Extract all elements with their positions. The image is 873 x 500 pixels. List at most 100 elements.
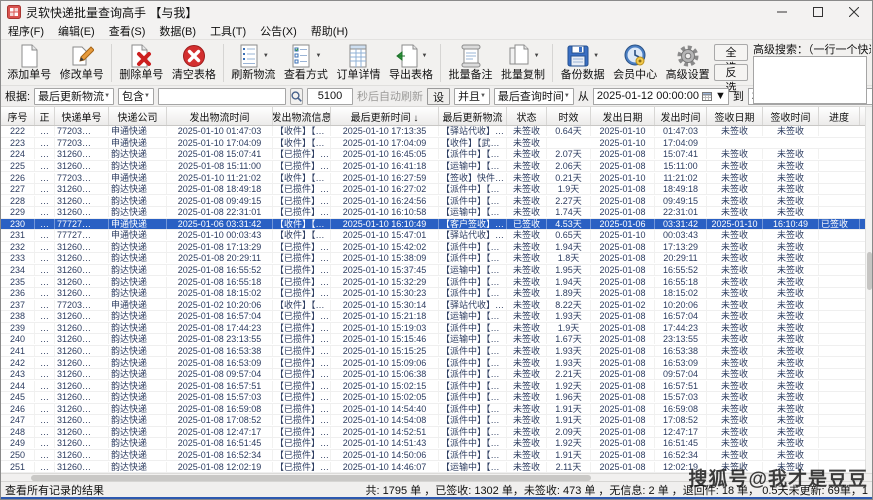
menu-data[interactable]: 数据(B): [152, 23, 203, 39]
menu-help[interactable]: 帮助(H): [304, 23, 355, 39]
table-row[interactable]: 227…31260…韵达快递2025-01-08 18:49:18【已揽件】…2…: [1, 184, 867, 196]
minimize-button[interactable]: [764, 1, 800, 23]
settings-button[interactable]: 设置: [427, 88, 450, 105]
operator-select[interactable]: 包含▼: [118, 88, 154, 105]
table-cell: 2025-01-10 16:10:49: [331, 219, 439, 229]
column-header[interactable]: 正: [35, 107, 55, 125]
table-row[interactable]: 228…31260…韵达快递2025-01-08 09:49:15【已揽件】…2…: [1, 195, 867, 207]
menu-announce[interactable]: 公告(X): [253, 23, 304, 39]
table-row[interactable]: 222…77203…申通快递2025-01-10 01:47:03【收件】【…2…: [1, 126, 867, 138]
table-cell: …: [35, 277, 55, 287]
menu-tools[interactable]: 工具(T): [203, 23, 253, 39]
table-row[interactable]: 240…31260…韵达快递2025-01-08 23:13:55【已揽件】…2…: [1, 334, 867, 346]
table-row[interactable]: 241…31260…韵达快递2025-01-08 16:53:38【已揽件】…2…: [1, 346, 867, 358]
delete-number-button[interactable]: 删除单号: [115, 41, 168, 85]
table-row[interactable]: 223…77203…申通快递2025-01-10 17:04:09【收件】【…2…: [1, 138, 867, 150]
column-header[interactable]: 发出物流时间: [167, 107, 273, 125]
keyword-input[interactable]: [158, 88, 286, 105]
table-row[interactable]: 242…31260…韵达快递2025-01-08 16:53:09【已揽件】…2…: [1, 357, 867, 369]
table-cell: 225: [1, 161, 35, 171]
table-row[interactable]: 247…31260…韵达快递2025-01-08 17:08:52【已揽件】…2…: [1, 415, 867, 427]
table-row[interactable]: 236…31260…韵达快递2025-01-08 18:15:02【已揽件】…2…: [1, 288, 867, 300]
batch-remark-button[interactable]: 批量备注: [444, 41, 497, 85]
close-button[interactable]: [836, 1, 872, 23]
column-header[interactable]: 发出物流信息: [273, 107, 331, 125]
refresh-logistics-button[interactable]: ▼ 刷新物流: [227, 41, 280, 85]
export-table-button[interactable]: ▼ 导出表格: [385, 41, 438, 85]
table-row[interactable]: 246…31260…韵达快递2025-01-08 16:59:08【已揽件】…2…: [1, 404, 867, 416]
add-number-button[interactable]: 添加单号: [3, 41, 56, 85]
table-row[interactable]: 230…77727…申通快递2025-01-06 03:31:42【收件】【…2…: [1, 219, 867, 231]
column-header[interactable]: 签收时间: [763, 107, 819, 125]
table-row[interactable]: 249…31260…韵达快递2025-01-08 16:51:45【已揽件】…2…: [1, 438, 867, 450]
vertical-scrollbar[interactable]: [865, 107, 872, 473]
clear-table-button[interactable]: 清空表格: [168, 41, 221, 85]
table-row[interactable]: 224…31260…韵达快递2025-01-08 15:07:41【已揽件】…2…: [1, 149, 867, 161]
table-row[interactable]: 245…31260…韵达快递2025-01-08 15:57:03【已揽件】…2…: [1, 392, 867, 404]
table-row[interactable]: 233…31260…韵达快递2025-01-08 20:29:11【已揽件】…2…: [1, 253, 867, 265]
table-cell: 【派件中】【…: [439, 427, 507, 437]
column-header[interactable]: 状态: [507, 107, 547, 125]
view-mode-button[interactable]: ▼ 查看方式: [280, 41, 333, 85]
table-row[interactable]: 237…77203…申通快递2025-01-02 10:20:06【收件】【…2…: [1, 299, 867, 311]
menu-edit[interactable]: 编辑(E): [51, 23, 102, 39]
table-row[interactable]: 231…77727…申通快递2025-01-10 00:03:43【收件】【…2…: [1, 230, 867, 242]
column-header[interactable]: 序号: [1, 107, 35, 125]
select-all-button[interactable]: 全选: [714, 44, 748, 61]
menu-program[interactable]: 程序(F): [1, 23, 51, 39]
table-row[interactable]: 225…31260…韵达快递2025-01-08 15:11:00【已揽件】…2…: [1, 161, 867, 173]
table-cell: 【派件中】【…: [439, 404, 507, 414]
table-row[interactable]: 234…31260…韵达快递2025-01-08 16:55:52【已揽件】…2…: [1, 265, 867, 277]
chevron-down-icon: ▼: [104, 93, 110, 99]
batch-copy-button[interactable]: ▼ 批量复制: [497, 41, 550, 85]
table-cell: 2025-01-08 17:13:29: [167, 242, 273, 252]
table-cell: 【派件中】【…: [439, 149, 507, 159]
backup-data-button[interactable]: ▼ 备份数据: [556, 41, 609, 85]
advanced-search-input[interactable]: [753, 56, 867, 104]
order-detail-button[interactable]: 订单详情: [332, 41, 385, 85]
invert-select-button[interactable]: 反选: [714, 64, 748, 81]
table-cell: 1.94天: [547, 242, 591, 252]
column-header[interactable]: 时效: [547, 107, 591, 125]
table-cell: 238: [1, 311, 35, 321]
from-datetime-input[interactable]: 2025-01-12 00:00:00 ▼: [593, 88, 729, 105]
table-row[interactable]: 250…31260…韵达快递2025-01-08 16:52:34【已揽件】…2…: [1, 450, 867, 462]
column-header[interactable]: 快递公司: [109, 107, 167, 125]
column-header[interactable]: 快递单号: [55, 107, 109, 125]
column-header[interactable]: 进度: [819, 107, 860, 125]
table-cell: 2025-01-10 01:47:03: [167, 126, 273, 136]
column-header[interactable]: 签收日期: [707, 107, 763, 125]
refresh-seconds-input[interactable]: [307, 88, 353, 105]
button-label: 查看方式: [284, 69, 328, 82]
search-icon: [291, 91, 302, 102]
table-row[interactable]: 248…31260…韵达快递2025-01-08 12:47:17【已揽件】…2…: [1, 427, 867, 439]
column-header[interactable]: 最后更新时间 ↓: [331, 107, 439, 125]
member-center-button[interactable]: 会员中心: [609, 41, 662, 85]
field-select[interactable]: 最后更新物流▼: [34, 88, 114, 105]
table-row[interactable]: 239…31260…韵达快递2025-01-08 17:44:23【已揽件】…2…: [1, 323, 867, 335]
table-cell: 未签收: [707, 369, 763, 379]
table-row[interactable]: 244…31260…韵达快递2025-01-08 16:57:51【已揽件】…2…: [1, 380, 867, 392]
table-row[interactable]: 232…31260…韵达快递2025-01-08 17:13:29【已揽件】…2…: [1, 242, 867, 254]
table-row[interactable]: 226…77203…申通快递2025-01-10 11:21:02【收件】【…2…: [1, 172, 867, 184]
table-cell: 2025-01-08: [591, 161, 655, 171]
table-row[interactable]: 229…31260…韵达快递2025-01-08 22:31:01【已揽件】…2…: [1, 207, 867, 219]
table-cell: 【派件中】【…: [439, 277, 507, 287]
advanced-settings-button[interactable]: 高级设置: [661, 41, 714, 85]
table-row[interactable]: 238…31260…韵达快递2025-01-08 16:57:04【已揽件】…2…: [1, 311, 867, 323]
horizontal-scrollbar-thumb[interactable]: [31, 475, 591, 481]
table-cell: 未签收: [507, 358, 547, 368]
maximize-button[interactable]: [800, 1, 836, 23]
column-header[interactable]: 发出时间: [655, 107, 707, 125]
column-header[interactable]: 发出日期: [591, 107, 655, 125]
edit-number-button[interactable]: 修改单号: [56, 41, 109, 85]
and-or-select[interactable]: 并且▼: [454, 88, 490, 105]
table-row[interactable]: 243…31260…韵达快递2025-01-08 09:57:04【已揽件】…2…: [1, 369, 867, 381]
column-header[interactable]: 最后更新物流: [439, 107, 507, 125]
time-field-select[interactable]: 最后查询时间▼: [494, 88, 574, 105]
table-cell: 16:57:51: [655, 381, 707, 391]
table-row[interactable]: 235…31260…韵达快递2025-01-08 16:55:18【已揽件】…2…: [1, 276, 867, 288]
vertical-scrollbar-thumb[interactable]: [867, 252, 872, 290]
search-button[interactable]: [290, 88, 303, 105]
menu-view[interactable]: 查看(S): [102, 23, 153, 39]
